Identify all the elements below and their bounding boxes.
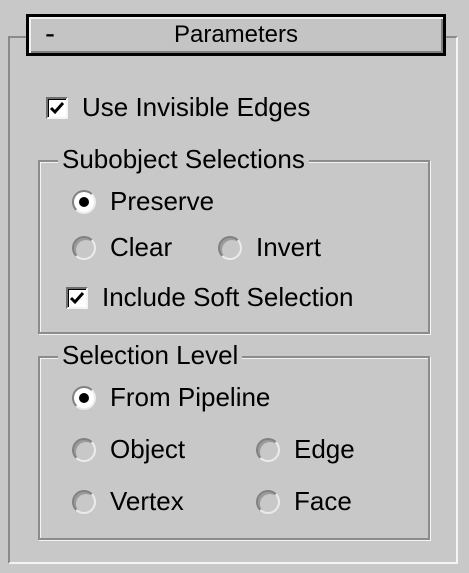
preserve-radio[interactable] <box>72 189 96 214</box>
include-soft-selection-label: Include Soft Selection <box>102 282 354 312</box>
face-radio[interactable] <box>256 489 280 514</box>
edge-radio[interactable] <box>256 437 280 462</box>
include-soft-selection-checkbox-row[interactable]: Include Soft Selection <box>66 282 354 313</box>
object-label: Object <box>110 434 186 464</box>
from-pipeline-label: From Pipeline <box>110 382 271 412</box>
from-pipeline-radio[interactable] <box>72 385 96 410</box>
rollout-title: Parameters <box>173 21 299 48</box>
checkmark-icon <box>69 291 85 304</box>
use-invisible-edges-label: Use Invisible Edges <box>82 92 311 122</box>
checkmark-icon <box>49 101 65 114</box>
selection-level-legend: Selection Level <box>58 340 243 370</box>
object-radio[interactable] <box>72 437 96 462</box>
include-soft-selection-checkbox[interactable] <box>66 286 88 309</box>
preserve-label: Preserve <box>110 186 215 216</box>
vertex-radio-row[interactable]: Vertex <box>72 486 184 517</box>
rollout-header-parameters[interactable]: - Parameters <box>26 14 446 56</box>
face-label: Face <box>294 486 352 516</box>
invert-label: Invert <box>256 232 322 262</box>
vertex-radio[interactable] <box>72 489 96 514</box>
invert-radio-row[interactable]: Invert <box>218 232 321 263</box>
clear-label: Clear <box>110 232 173 262</box>
edge-radio-row[interactable]: Edge <box>256 434 355 465</box>
clear-radio[interactable] <box>72 235 96 260</box>
use-invisible-edges-checkbox[interactable] <box>46 96 68 119</box>
use-invisible-edges-checkbox-row[interactable]: Use Invisible Edges <box>46 92 310 123</box>
face-radio-row[interactable]: Face <box>256 486 352 517</box>
edge-label: Edge <box>294 434 355 464</box>
subobject-selections-legend: Subobject Selections <box>58 144 309 174</box>
from-pipeline-radio-row[interactable]: From Pipeline <box>72 382 270 413</box>
clear-radio-row[interactable]: Clear <box>72 232 172 263</box>
collapse-toggle-icon: - <box>45 17 55 50</box>
object-radio-row[interactable]: Object <box>72 434 185 465</box>
preserve-radio-row[interactable]: Preserve <box>72 186 214 217</box>
vertex-label: Vertex <box>110 486 184 516</box>
invert-radio[interactable] <box>218 235 242 260</box>
